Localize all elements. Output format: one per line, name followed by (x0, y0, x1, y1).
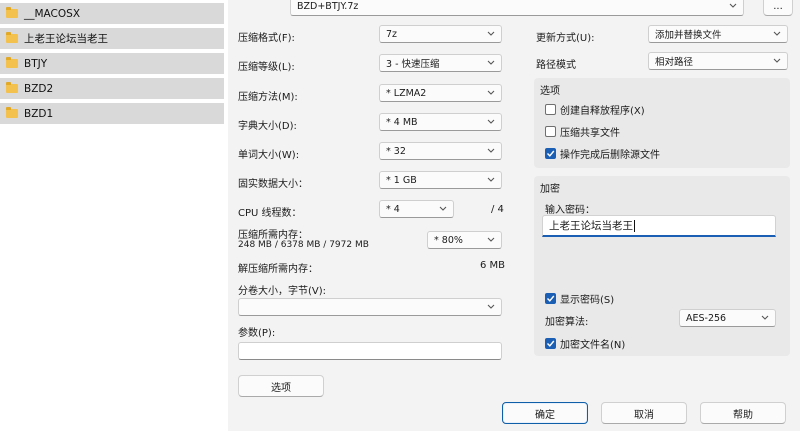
chevron-down-icon (484, 86, 498, 100)
path-value: 相对路径 (655, 57, 694, 68)
chevron-down-icon (770, 27, 784, 41)
mem-label: 压缩所需内存： (238, 230, 308, 241)
folder-row-btjy[interactable]: BTJY (0, 53, 224, 74)
method-value: * LZMA2 (386, 87, 427, 99)
archive-name-value: BZD+BTJY.7z (297, 0, 359, 12)
encrypt-names-label: 加密文件名(N) (560, 340, 626, 351)
level-label: 压缩等级(L): (238, 62, 295, 73)
folder-label: BZD2 (24, 82, 54, 95)
word-value: * 32 (386, 145, 406, 157)
path-label: 路径模式 (536, 60, 576, 71)
checkmark-icon (545, 338, 556, 349)
folder-label: 上老王论坛当老王 (24, 33, 108, 45)
password-value: 上老王论坛当老王 (549, 220, 633, 232)
sfx-checkbox[interactable]: 创建自释放程序(X) (545, 102, 645, 117)
delete-label: 操作完成后删除源文件 (560, 150, 660, 161)
show-password-checkbox[interactable]: 显示密码(S) (545, 291, 614, 306)
folder-icon (6, 7, 18, 18)
encryption-group-title: 加密 (540, 184, 560, 195)
solid-select[interactable]: * 1 GB (379, 171, 502, 189)
help-button[interactable]: 帮助 (700, 402, 786, 424)
folder-icon (6, 57, 18, 68)
params-label: 参数(P): (238, 328, 276, 339)
cpu-total: / 4 (491, 204, 504, 215)
checkmark-icon (545, 293, 556, 304)
chevron-down-icon (436, 202, 450, 216)
chevron-down-icon (484, 300, 498, 314)
folder-label: __MACOSX (24, 7, 81, 20)
options-button[interactable]: 选项 (238, 375, 324, 397)
cancel-button[interactable]: 取消 (601, 402, 687, 424)
mem-detail: 248 MB / 6378 MB / 7972 MB (238, 240, 369, 250)
show-password-label: 显示密码(S) (560, 295, 615, 306)
enc-method-label: 加密算法: (545, 317, 589, 328)
folder-row-macosx[interactable]: __MACOSX (0, 3, 224, 24)
chevron-down-icon (484, 27, 498, 41)
enc-method-select[interactable]: AES-256 (679, 309, 776, 327)
folder-icon (6, 32, 18, 43)
password-input[interactable]: 上老王论坛当老王 (542, 215, 776, 237)
folder-row-bzd1[interactable]: BZD1 (0, 103, 224, 124)
method-select[interactable]: * LZMA2 (379, 84, 502, 102)
cpu-select[interactable]: * 4 (379, 200, 454, 218)
checkbox-empty-icon (545, 126, 556, 137)
level-value: 3 - 快速压缩 (386, 59, 440, 70)
chevron-down-icon (484, 173, 498, 187)
dict-select[interactable]: * 4 MB (379, 113, 502, 131)
solid-value: * 1 GB (386, 174, 417, 186)
solid-label: 固实数据大小： (238, 179, 308, 190)
mem-select[interactable]: * 80% (427, 231, 502, 249)
word-select[interactable]: * 32 (379, 142, 502, 160)
browse-button[interactable]: ... (763, 0, 793, 16)
folder-row-bzd2[interactable]: BZD2 (0, 78, 224, 99)
archive-name-combo[interactable]: BZD+BTJY.7z (290, 0, 744, 16)
path-select[interactable]: 相对路径 (648, 52, 788, 70)
level-select[interactable]: 3 - 快速压缩 (379, 54, 502, 72)
encrypt-names-checkbox[interactable]: 加密文件名(N) (545, 336, 625, 351)
update-value: 添加并替换文件 (655, 30, 722, 41)
update-select[interactable]: 添加并替换文件 (648, 25, 788, 43)
format-select[interactable]: 7z (379, 25, 502, 43)
folder-icon (6, 82, 18, 93)
chevron-down-icon (758, 311, 772, 325)
cpu-label: CPU 线程数： (238, 208, 302, 219)
mem-value: * 80% (434, 234, 463, 246)
dict-label: 字典大小(D): (238, 121, 297, 132)
chevron-down-icon (770, 54, 784, 68)
shared-label: 压缩共享文件 (560, 128, 620, 139)
checkmark-icon (545, 148, 556, 159)
add-to-archive-dialog: BZD+BTJY.7z ... 压缩格式(F): 7z 压缩等级(L): 3 -… (228, 0, 800, 431)
checkbox-empty-icon (545, 104, 556, 115)
sfx-label: 创建自释放程序(X) (560, 106, 645, 117)
format-value: 7z (386, 28, 398, 40)
params-input[interactable] (238, 342, 502, 360)
update-label: 更新方式(U): (536, 33, 595, 44)
split-combo[interactable] (238, 298, 502, 316)
split-label: 分卷大小，字节(V): (238, 286, 327, 297)
folder-label: BZD1 (24, 107, 54, 120)
decomp-value: 6 MB (480, 260, 506, 271)
chevron-down-icon (484, 233, 498, 247)
decomp-label: 解压缩所需内存： (238, 264, 318, 275)
folder-icon (6, 107, 18, 118)
folder-row-laowang[interactable]: 上老王论坛当老王 (0, 28, 224, 49)
enc-method-value: AES-256 (686, 312, 727, 324)
text-caret (634, 219, 635, 232)
chevron-down-icon (484, 56, 498, 70)
delete-after-checkbox[interactable]: 操作完成后删除源文件 (545, 146, 660, 161)
folder-label: BTJY (24, 57, 48, 70)
method-label: 压缩方法(M): (238, 92, 298, 103)
options-group-title: 选项 (540, 86, 560, 97)
cpu-value: * 4 (386, 203, 400, 215)
shared-files-checkbox[interactable]: 压缩共享文件 (545, 124, 620, 139)
word-label: 单词大小(W): (238, 150, 300, 161)
explorer-pane: __MACOSX 上老王论坛当老王 BTJY BZD2 BZD1 (0, 0, 228, 431)
dict-value: * 4 MB (386, 116, 418, 128)
format-label: 压缩格式(F): (238, 33, 295, 44)
chevron-down-icon (726, 0, 740, 13)
chevron-down-icon (484, 144, 498, 158)
chevron-down-icon (484, 115, 498, 129)
ok-button[interactable]: 确定 (502, 402, 588, 424)
password-label: 输入密码： (545, 205, 595, 216)
